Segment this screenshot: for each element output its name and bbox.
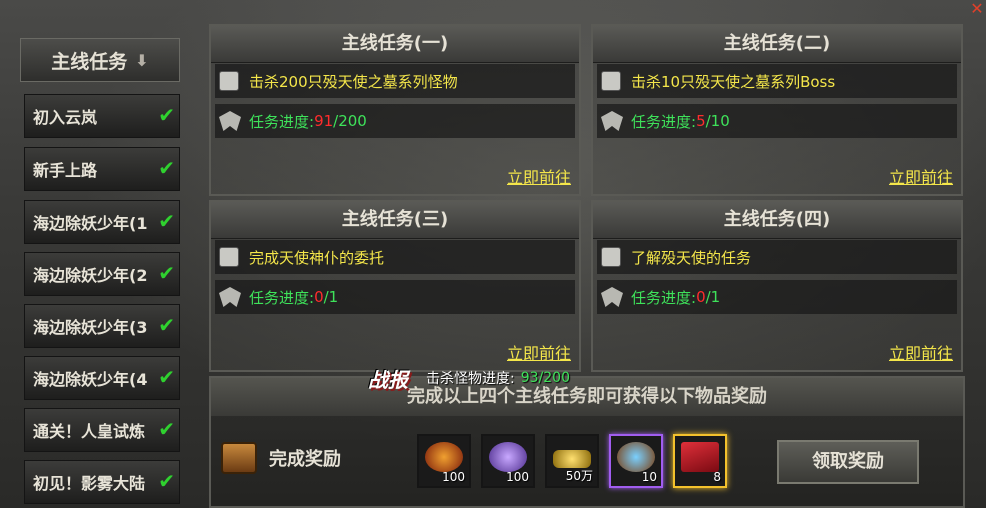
sidebar-item-8[interactable]: 初见！影雾大陆 ✔	[24, 460, 180, 504]
reward-item-slot[interactable]: 50万	[545, 434, 599, 488]
sidebar-item-label: 海边除妖少年(1	[33, 214, 148, 233]
close-icon[interactable]: ✕	[968, 0, 986, 18]
reward-item-slot[interactable]: 100	[417, 434, 471, 488]
check-icon: ✔	[158, 103, 175, 127]
sidebar-item-2[interactable]: 新手上路 ✔	[24, 147, 180, 191]
check-icon: ✔	[158, 209, 175, 233]
sidebar-header-label: 主线任务	[51, 50, 128, 73]
quest-scroll-icon	[219, 247, 239, 267]
quest-title: 主线任务(二)	[593, 26, 961, 63]
tooltip-text: 击杀怪物进度:	[426, 371, 515, 387]
quest-scroll-icon	[601, 71, 621, 91]
progress-current: 91	[314, 112, 334, 130]
sidebar-item-3[interactable]: 海边除妖少年(1 ✔	[24, 200, 180, 244]
treasure-chest-icon	[221, 442, 257, 474]
go-now-link[interactable]: 立即前往	[889, 340, 953, 364]
quest-objective: 完成天使神仆的委托	[249, 248, 385, 267]
quest-progress-row: 任务进度: 0 /1	[597, 280, 957, 314]
sidebar-item-label: 通关！人皇试炼	[33, 422, 146, 441]
quest-objective-row: 击杀200只殁天使之墓系列怪物	[215, 64, 575, 98]
arrow-down-icon: ⬇	[135, 50, 149, 70]
quest-title: 主线任务(四)	[593, 202, 961, 239]
sidebar-item-label: 初见！影雾大陆	[33, 474, 146, 493]
check-icon: ✔	[158, 469, 175, 493]
progress-current: 0	[314, 288, 324, 306]
quest-progress-row: 任务进度: 5 /10	[597, 104, 957, 138]
reward-label: 完成奖励	[269, 449, 341, 470]
quest-panel-1: 主线任务(一) 击杀200只殁天使之墓系列怪物 任务进度: 91 /200 立即…	[209, 24, 581, 196]
quest-objective-row: 完成天使神仆的委托	[215, 240, 575, 274]
check-icon: ✔	[158, 261, 175, 285]
quest-title: 主线任务(三)	[211, 202, 579, 239]
magic-scroll-icon	[617, 442, 655, 472]
progress-total: /200	[333, 112, 367, 130]
item-count: 10	[641, 470, 657, 484]
claim-reward-button[interactable]: 领取奖励	[777, 440, 919, 484]
reward-item-slot[interactable]: 100	[481, 434, 535, 488]
wing-emblem-icon	[601, 287, 623, 307]
progress-total: /1	[323, 288, 339, 306]
progress-total: /1	[705, 288, 721, 306]
red-book-icon	[681, 442, 719, 472]
progress-label: 任务进度:	[249, 288, 315, 307]
quest-objective-row: 击杀10只殁天使之墓系列Boss	[597, 64, 957, 98]
quest-title: 主线任务(一)	[211, 26, 579, 63]
purple-crystal-icon	[489, 442, 527, 472]
reward-panel: 完成以上四个主线任务即可获得以下物品奖励 完成奖励 100 100 50万 10…	[209, 376, 965, 508]
sidebar-item-label: 海边除妖少年(4	[33, 370, 148, 389]
quest-panel-4: 主线任务(四) 了解殁天使的任务 任务进度: 0 /1 立即前往	[591, 200, 963, 372]
quest-panel-2: 主线任务(二) 击杀10只殁天使之墓系列Boss 任务进度: 5 /10 立即前…	[591, 24, 963, 196]
go-now-link[interactable]: 立即前往	[889, 164, 953, 188]
quest-objective: 击杀10只殁天使之墓系列Boss	[631, 72, 836, 91]
item-count: 8	[713, 470, 721, 484]
progress-current: 5	[696, 112, 706, 130]
check-icon: ✔	[158, 313, 175, 337]
battle-report-tooltip: 战报 击杀怪物进度: 93/200	[368, 358, 570, 398]
quest-objective: 了解殁天使的任务	[631, 248, 752, 267]
sidebar-item-1[interactable]: 初入云岚 ✔	[24, 94, 180, 138]
progress-total: /10	[705, 112, 730, 130]
battle-report-logo: 战报	[368, 367, 408, 392]
reward-label-area: 完成奖励	[221, 438, 341, 478]
go-now-link[interactable]: 立即前往	[507, 164, 571, 188]
item-count: 50万	[565, 469, 593, 483]
sidebar-item-label: 新手上路	[33, 161, 98, 180]
sidebar-item-6[interactable]: 海边除妖少年(4 ✔	[24, 356, 180, 400]
quest-scroll-icon	[601, 247, 621, 267]
quest-scroll-icon	[219, 71, 239, 91]
progress-label: 任务进度:	[249, 112, 315, 131]
quest-progress-row: 任务进度: 0 /1	[215, 280, 575, 314]
progress-current: 0	[696, 288, 706, 306]
item-count: 100	[506, 470, 529, 484]
sidebar-item-5[interactable]: 海边除妖少年(3 ✔	[24, 304, 180, 348]
progress-label: 任务进度:	[631, 288, 697, 307]
quest-progress-row: 任务进度: 91 /200	[215, 104, 575, 138]
quest-objective: 击杀200只殁天使之墓系列怪物	[249, 72, 458, 91]
wing-emblem-icon	[219, 287, 241, 307]
reward-item-slot[interactable]: 10	[609, 434, 663, 488]
wing-emblem-icon	[219, 111, 241, 131]
progress-label: 任务进度:	[631, 112, 697, 131]
sidebar-item-label: 海边除妖少年(3	[33, 318, 148, 337]
sidebar-header[interactable]: 主线任务 ⬇	[20, 38, 180, 82]
check-icon: ✔	[158, 365, 175, 389]
item-count: 100	[442, 470, 465, 484]
quest-panel-3: 主线任务(三) 完成天使神仆的委托 任务进度: 0 /1 立即前往	[209, 200, 581, 372]
wing-emblem-icon	[601, 111, 623, 131]
sidebar-item-7[interactable]: 通关！人皇试炼 ✔	[24, 408, 180, 452]
reward-banner: 完成以上四个主线任务即可获得以下物品奖励	[211, 378, 963, 416]
fire-orb-icon	[425, 442, 463, 472]
reward-item-slot[interactable]: 8	[673, 434, 727, 488]
tooltip-value: 93/200	[520, 370, 570, 386]
check-icon: ✔	[158, 417, 175, 441]
sidebar-item-4[interactable]: 海边除妖少年(2 ✔	[24, 252, 180, 296]
sidebar-item-label: 初入云岚	[33, 108, 98, 127]
check-icon: ✔	[158, 156, 175, 180]
quest-objective-row: 了解殁天使的任务	[597, 240, 957, 274]
sidebar-item-label: 海边除妖少年(2	[33, 266, 148, 285]
gold-ingot-icon	[553, 450, 591, 468]
